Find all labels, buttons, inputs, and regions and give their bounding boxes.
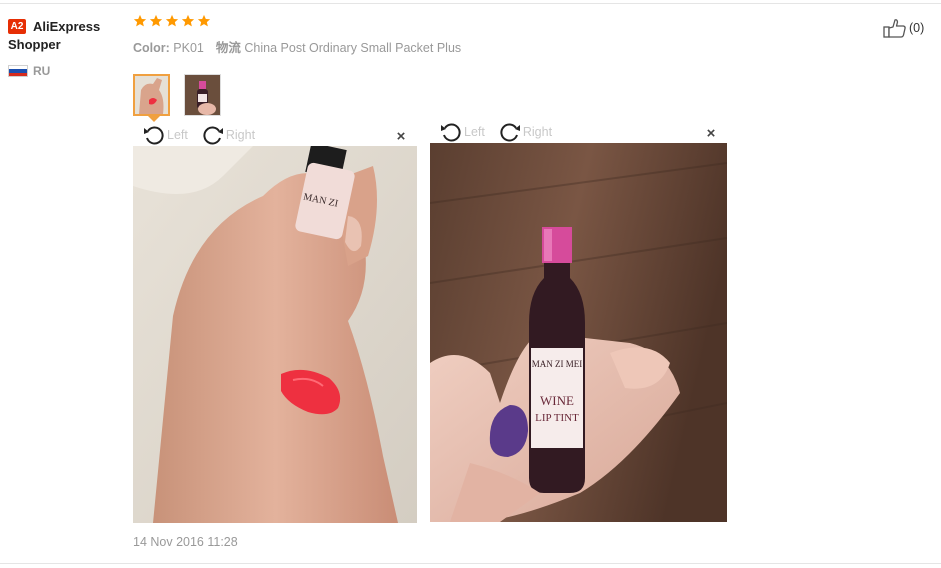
- review-date: 14 Nov 2016 11:28: [133, 535, 238, 549]
- bottle-thumbnail: [185, 75, 220, 115]
- close-icon[interactable]: ×: [394, 129, 408, 144]
- helpful-button[interactable]: (0): [883, 18, 924, 38]
- rotate-right-button[interactable]: Right: [499, 122, 552, 142]
- rotate-left-button[interactable]: Left: [440, 122, 485, 142]
- close-icon[interactable]: ×: [704, 126, 718, 141]
- star-icon: [149, 14, 163, 27]
- review-attributes: Color: PK01 物流 China Post Ordinary Small …: [133, 40, 461, 56]
- rotate-left-icon: [144, 126, 164, 145]
- review-photo-bottle: MAN ZI MEI WINE LIP TINT: [430, 143, 727, 522]
- level-badge: A2: [8, 19, 26, 34]
- top-divider: [0, 3, 941, 4]
- rotate-left-label: Left: [464, 125, 485, 139]
- star-icon: [181, 14, 195, 27]
- bottle-label-wine: WINE: [540, 393, 574, 408]
- shipping-value: China Post Ordinary Small Packet Plus: [244, 41, 462, 55]
- image-viewer-2: Left Right × MAN ZI MEI WINE LIP TINT: [430, 121, 727, 522]
- bottle-label-tint: LIP TINT: [535, 412, 579, 424]
- review-thumbnail-2[interactable]: [184, 74, 221, 116]
- color-value: PK01: [173, 41, 204, 55]
- star-icon: [165, 14, 179, 27]
- rotate-right-label: Right: [522, 125, 553, 139]
- active-thumbnail-indicator: [148, 116, 160, 122]
- viewer-toolbar: Left Right: [430, 121, 727, 143]
- rotate-right-button[interactable]: Right: [202, 125, 255, 145]
- bottom-divider: [0, 563, 941, 564]
- viewer-toolbar: Left Right: [133, 124, 417, 146]
- star-icon: [133, 14, 147, 27]
- bottle-label-brand: MAN ZI MEI: [532, 359, 583, 369]
- shipping-label: 物流: [215, 41, 241, 55]
- star-rating: [133, 14, 211, 34]
- review-photo-hand-swatch: MAN ZI: [133, 146, 417, 523]
- star-icon: [197, 14, 211, 27]
- rotate-left-label: Left: [167, 128, 188, 142]
- russia-flag-icon: [8, 65, 28, 77]
- rotate-right-label: Right: [225, 128, 256, 142]
- image-viewer-1: Left Right × MAN ZI: [133, 124, 417, 523]
- rotate-left-icon: [441, 123, 461, 142]
- thumbs-up-icon: [883, 19, 906, 38]
- reviewer-country: RU: [33, 64, 51, 78]
- reviewer-name-line2: Shopper: [8, 37, 61, 52]
- helpful-count: (0): [909, 21, 925, 35]
- review-thumbnail-1[interactable]: [133, 74, 170, 116]
- hand-swatch-thumbnail: [135, 76, 168, 114]
- color-label: Color:: [133, 41, 170, 55]
- rotate-right-icon: [203, 126, 223, 145]
- reviewer-name: AliExpress: [33, 19, 101, 34]
- rotate-left-button[interactable]: Left: [143, 125, 188, 145]
- rotate-right-icon: [500, 123, 520, 142]
